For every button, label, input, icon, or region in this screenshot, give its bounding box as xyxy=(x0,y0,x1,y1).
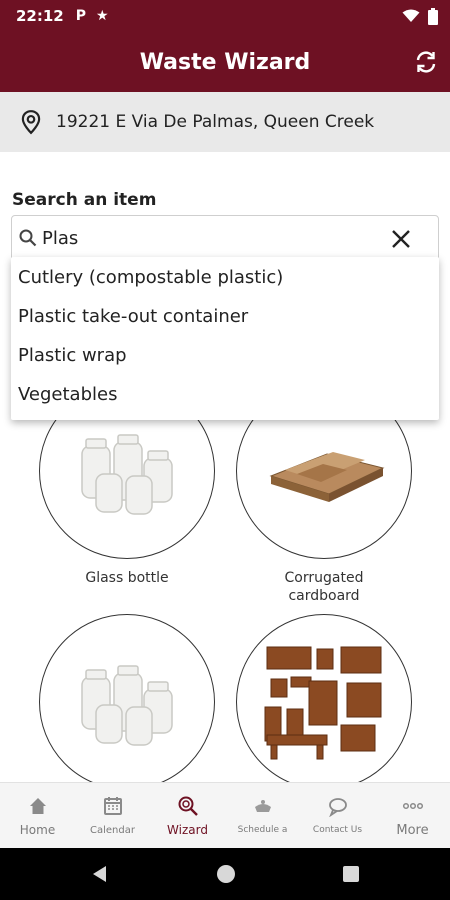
nav-item-wizard[interactable]: Wizard xyxy=(150,783,225,848)
item-label: Glass bottle xyxy=(85,570,169,586)
battery-icon xyxy=(428,7,438,25)
search-input[interactable] xyxy=(42,227,372,249)
suggestion-item[interactable]: Plastic take-out container xyxy=(11,298,439,337)
parking-icon: P xyxy=(75,8,87,24)
back-icon[interactable] xyxy=(90,864,108,884)
search-label: Search an item xyxy=(12,190,157,210)
nav-label: Schedule a xyxy=(237,825,288,835)
nav-label: More xyxy=(396,823,429,838)
search-icon xyxy=(19,229,37,247)
nav-item-home[interactable]: Home xyxy=(0,783,75,848)
address-text: 19221 E Via De Palmas, Queen Creek xyxy=(56,112,375,132)
nav-label: Contact Us xyxy=(312,825,363,835)
item-glass-jars[interactable] xyxy=(39,614,215,790)
refresh-icon[interactable] xyxy=(414,50,438,74)
home-button-icon[interactable] xyxy=(215,863,237,885)
star-icon: ★ xyxy=(96,8,109,24)
suggestion-item[interactable]: Vegetables xyxy=(11,376,439,415)
location-pin-icon xyxy=(21,110,41,135)
more-icon xyxy=(402,802,423,810)
chat-icon xyxy=(328,798,347,817)
recents-icon[interactable] xyxy=(342,865,360,883)
wizard-icon xyxy=(178,796,198,816)
item-label: Corrugated cardboard xyxy=(284,570,364,604)
clear-search-icon[interactable] xyxy=(390,228,412,250)
calendar-icon xyxy=(103,797,122,815)
suggestion-item[interactable]: Plastic wrap xyxy=(11,337,439,376)
schedule-icon xyxy=(254,800,271,812)
item-furniture[interactable] xyxy=(236,614,412,790)
nav-item-contact[interactable]: Contact Us xyxy=(300,783,375,848)
page-title: Waste Wizard xyxy=(139,49,311,75)
address-bar[interactable]: 19221 E Via De Palmas, Queen Creek xyxy=(0,92,450,152)
search-box xyxy=(11,215,439,261)
nav-label: Wizard xyxy=(167,823,208,837)
home-icon xyxy=(29,798,46,814)
system-navigation-bar xyxy=(0,848,450,900)
wifi-icon xyxy=(402,9,420,22)
suggestion-item[interactable]: Cutlery (compostable plastic) xyxy=(11,259,439,298)
nav-label: Calendar xyxy=(90,825,135,836)
nav-item-calendar[interactable]: Calendar xyxy=(75,783,150,848)
nav-item-schedule[interactable]: Schedule a xyxy=(225,783,300,848)
furniture-image xyxy=(264,646,382,760)
glass-jars-image xyxy=(81,665,173,746)
app-bar: Waste Wizard xyxy=(0,32,450,92)
nav-item-more[interactable]: More xyxy=(375,783,450,848)
nav-label: Home xyxy=(19,823,56,837)
bottom-nav: Home Calendar Wizard Schedule a Contact … xyxy=(0,782,450,848)
status-time: 22:12 xyxy=(16,7,64,25)
suggestions-dropdown: Cutlery (compostable plastic) Plastic ta… xyxy=(11,257,439,420)
status-bar: 22:12 P ★ xyxy=(0,0,450,32)
